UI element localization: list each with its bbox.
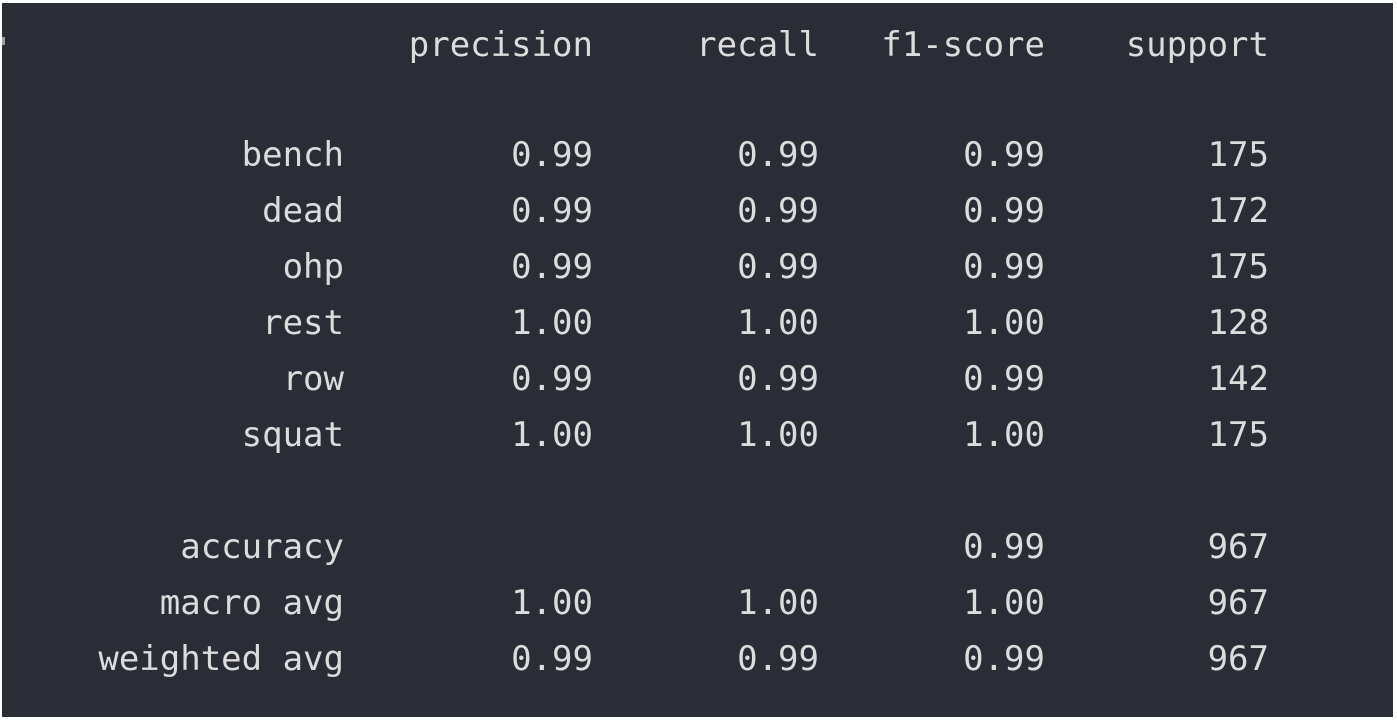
recall-value: 1.00 <box>737 415 819 455</box>
precision-value: 1.00 <box>511 415 593 455</box>
cell-gutter-marker <box>2 37 5 45</box>
f1-value: 0.99 <box>963 191 1045 231</box>
f1-value: 0.99 <box>963 359 1045 399</box>
row-label: ohp <box>282 247 344 287</box>
support-value: 172 <box>1207 191 1269 231</box>
f1-value: 0.99 <box>963 527 1045 567</box>
support-value: 967 <box>1207 527 1269 567</box>
row-label: squat <box>241 415 344 455</box>
f1-value: 1.00 <box>963 415 1045 455</box>
header-support: support <box>1125 25 1269 65</box>
recall-value: 0.99 <box>737 359 819 399</box>
f1-value: 0.99 <box>963 247 1045 287</box>
support-value: 142 <box>1207 359 1269 399</box>
support-value: 175 <box>1207 247 1269 287</box>
header-precision: precision <box>408 25 593 65</box>
f1-value: 1.00 <box>963 583 1045 623</box>
classification-report-output: precision recall f1-score support bench … <box>2 3 1393 717</box>
recall-value: 0.99 <box>737 639 819 679</box>
precision-value: 0.99 <box>511 247 593 287</box>
support-value: 128 <box>1207 303 1269 343</box>
support-value: 967 <box>1207 639 1269 679</box>
row-label: bench <box>241 135 344 175</box>
support-value: 967 <box>1207 583 1269 623</box>
f1-value: 0.99 <box>963 135 1045 175</box>
header-recall: recall <box>696 25 819 65</box>
output-frame: precision recall f1-score support bench … <box>0 0 1397 720</box>
row-label: row <box>282 359 344 399</box>
support-value: 175 <box>1207 135 1269 175</box>
summary-label-weighted-avg: weighted avg <box>98 639 344 679</box>
recall-value: 0.99 <box>737 135 819 175</box>
header-f1-score: f1-score <box>881 25 1045 65</box>
support-value: 175 <box>1207 415 1269 455</box>
recall-value: 0.99 <box>737 191 819 231</box>
precision-value: 0.99 <box>511 359 593 399</box>
precision-value: 0.99 <box>511 135 593 175</box>
row-label: dead <box>262 191 344 231</box>
row-label: rest <box>262 303 344 343</box>
precision-value: 0.99 <box>511 639 593 679</box>
precision-value: 1.00 <box>511 303 593 343</box>
precision-value: 0.99 <box>511 191 593 231</box>
recall-value: 0.99 <box>737 247 819 287</box>
recall-value: 1.00 <box>737 303 819 343</box>
f1-value: 1.00 <box>963 303 1045 343</box>
f1-value: 0.99 <box>963 639 1045 679</box>
recall-value: 1.00 <box>737 583 819 623</box>
summary-label-accuracy: accuracy <box>180 527 344 567</box>
precision-value: 1.00 <box>511 583 593 623</box>
summary-label-macro-avg: macro avg <box>159 583 344 623</box>
